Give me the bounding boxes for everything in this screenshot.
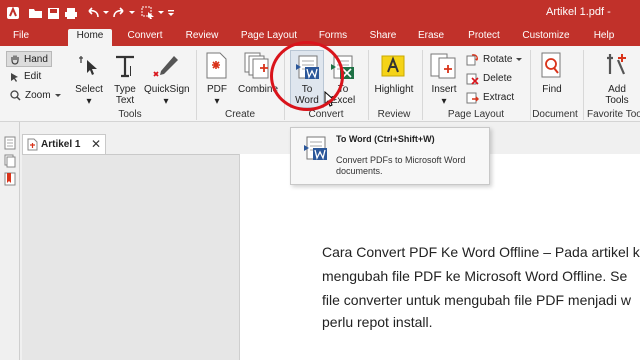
document-tab-label: Artikel 1	[41, 139, 81, 150]
tab-review[interactable]: Review	[180, 29, 224, 46]
create-group-label: Create	[224, 109, 255, 120]
document-tab[interactable]: Artikel 1 ✕	[22, 134, 106, 154]
type-text-line1[interactable]: Type	[108, 84, 142, 95]
edit-cursor-icon	[11, 72, 18, 82]
print-icon[interactable]	[62, 4, 80, 22]
add-tools-line1[interactable]: Add	[600, 84, 634, 95]
tab-customize[interactable]: Customize	[518, 29, 574, 46]
find-icon[interactable]	[540, 52, 564, 83]
document-text-line: file converter untuk mengubah file PDF m…	[322, 292, 631, 308]
document-text-line: mengubah file PDF ke Microsoft Word Offl…	[322, 268, 628, 284]
to-word-tooltip: To Word (Ctrl+Shift+W) Convert PDFs to M…	[290, 127, 490, 185]
edit-label: Edit	[24, 71, 42, 82]
edit-tool-button[interactable]: Edit	[10, 71, 41, 82]
group-divider	[422, 50, 423, 120]
tab-erase[interactable]: Erase	[412, 29, 450, 46]
quicksign-icon[interactable]	[152, 54, 180, 83]
combine-icon[interactable]	[243, 52, 273, 83]
rotate-button[interactable]: Rotate	[466, 53, 523, 66]
chevron-down-icon	[54, 94, 61, 97]
annotation-circle	[270, 41, 344, 111]
select-button[interactable]: Select	[74, 84, 104, 95]
window-title: Artikel 1.pdf -	[546, 6, 611, 18]
extract-label: Extract	[483, 92, 515, 103]
hand-tool-button[interactable]: Hand	[6, 51, 52, 67]
folder-icon[interactable]	[26, 4, 44, 22]
group-divider	[196, 50, 197, 120]
save-icon[interactable]	[44, 4, 62, 22]
group-divider	[368, 50, 369, 120]
chevron-down-icon	[516, 58, 523, 61]
quicksign-dropdown-icon[interactable]: ▾	[163, 96, 169, 107]
zoom-button[interactable]: Zoom	[10, 90, 61, 101]
pdf-dropdown-icon[interactable]: ▾	[214, 96, 220, 107]
tab-convert[interactable]: Convert	[122, 29, 168, 46]
tab-home[interactable]: Home	[68, 29, 112, 46]
type-text-icon[interactable]	[114, 54, 136, 83]
customize-icon[interactable]	[162, 4, 180, 22]
delete-icon	[466, 73, 479, 85]
insert-pages-icon[interactable]	[430, 52, 458, 83]
copy-panel-icon[interactable]	[4, 154, 16, 171]
convert-group-label: Convert	[308, 109, 344, 120]
document-group-label: Document	[532, 109, 578, 120]
add-tools-icon[interactable]	[604, 52, 630, 83]
quicksign-button[interactable]: QuickSign	[144, 84, 190, 95]
delete-button[interactable]: Delete	[466, 72, 512, 85]
tooltip-title: To Word (Ctrl+Shift+W)	[336, 134, 435, 144]
page-layout-group-label: Page Layout	[447, 109, 505, 120]
document-text-line: Cara Convert PDF Ke Word Offline – Pada …	[322, 244, 640, 260]
app-logo-icon	[4, 4, 22, 22]
document-text-line: perlu repot install.	[322, 314, 433, 330]
rotate-label: Rotate	[483, 54, 513, 65]
group-divider	[583, 50, 584, 120]
zoom-icon	[10, 90, 21, 101]
tab-help[interactable]: Help	[588, 29, 620, 46]
rotate-icon	[466, 54, 478, 66]
select-tool-icon[interactable]	[78, 54, 100, 83]
insert-button[interactable]: Insert	[428, 84, 460, 95]
highlight-button[interactable]: Highlight	[370, 84, 418, 95]
hand-icon	[11, 55, 19, 65]
pdf-button[interactable]: PDF	[202, 84, 232, 95]
tools-group-label: Tools	[118, 109, 142, 120]
tab-protect[interactable]: Protect	[462, 29, 506, 46]
find-button[interactable]: Find	[536, 84, 568, 95]
tooltip-description: Convert PDFs to Microsoft Word documents…	[336, 155, 466, 176]
left-panel-strip	[0, 122, 20, 360]
highlight-icon[interactable]	[380, 54, 406, 81]
pdf-create-icon[interactable]	[205, 52, 229, 83]
extract-button[interactable]: Extract	[466, 91, 514, 104]
tab-share[interactable]: Share	[364, 29, 402, 46]
hand-label: Hand	[24, 53, 48, 65]
bookmark-panel-icon[interactable]	[4, 172, 16, 189]
delete-label: Delete	[483, 73, 512, 84]
word-icon	[303, 136, 329, 165]
type-text-line2[interactable]: Text	[108, 95, 142, 106]
pdf-file-icon	[27, 138, 38, 154]
title-bar: Artikel 1.pdf -	[0, 0, 640, 26]
zoom-label: Zoom	[25, 90, 51, 101]
review-group-label: Review	[377, 109, 411, 120]
tab-file[interactable]: File	[6, 29, 36, 46]
pages-panel-icon[interactable]	[4, 136, 16, 153]
favorite-tools-group-label: Favorite Too	[587, 109, 640, 120]
add-tools-line2[interactable]: Tools	[600, 95, 634, 106]
select-dropdown-icon[interactable]: ▾	[86, 96, 92, 107]
close-icon[interactable]: ✕	[91, 137, 101, 151]
extract-icon	[466, 92, 479, 104]
insert-dropdown-icon[interactable]: ▾	[441, 96, 447, 107]
